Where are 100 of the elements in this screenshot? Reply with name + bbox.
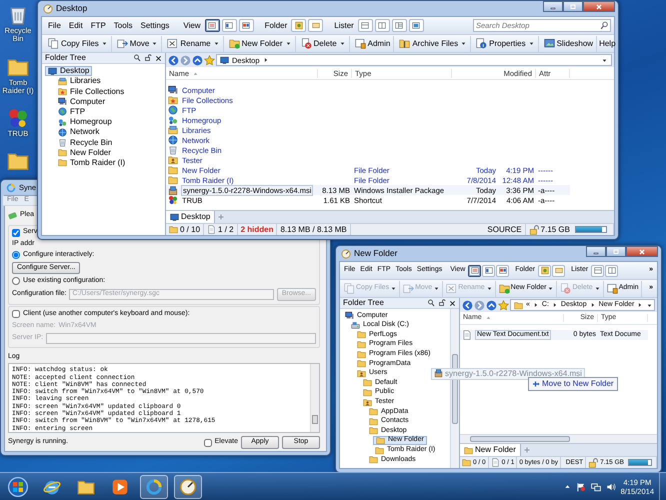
toolbar-label: Lister <box>333 20 355 30</box>
mode-radio[interactable] <box>12 277 20 286</box>
view-mode-button[interactable] <box>496 264 510 276</box>
window-title: New Folder <box>354 248 398 259</box>
minimize-button[interactable] <box>543 1 563 12</box>
view-mode-button[interactable] <box>204 19 220 32</box>
close-button[interactable] <box>583 1 615 12</box>
folder-icon <box>514 300 523 310</box>
drive-icon <box>351 320 360 330</box>
toolbar-button[interactable]: New Folder <box>226 36 296 52</box>
mode-radio[interactable] <box>12 251 20 260</box>
tree-item[interactable]: Desktop <box>45 66 92 76</box>
elevate-checkbox[interactable] <box>204 438 212 447</box>
view-mode-button[interactable] <box>605 264 618 276</box>
view-mode-button[interactable] <box>408 19 424 32</box>
play-icon <box>111 478 129 496</box>
scrollbar[interactable] <box>460 434 657 443</box>
tree-item[interactable]: Homegroup <box>56 116 114 128</box>
toolbar-button[interactable]: Move <box>114 36 162 52</box>
back-icon[interactable] <box>168 54 179 66</box>
menu-item[interactable]: Edit <box>66 20 86 30</box>
close-button[interactable] <box>626 246 658 257</box>
status-text: 0 / 10 <box>180 224 200 234</box>
view-mode-button[interactable] <box>238 19 254 32</box>
tab[interactable]: New Folder <box>460 444 521 456</box>
view-mode-button[interactable] <box>392 19 407 32</box>
windows-logo-icon <box>8 476 28 496</box>
toolbar-button[interactable]: Slideshow <box>540 36 598 52</box>
server-checkbox[interactable] <box>12 228 20 237</box>
tree-item[interactable]: Tomb Raider (I) <box>56 158 128 168</box>
view-mode-icon <box>207 21 218 30</box>
toolbar-button[interactable]: Delete <box>298 36 350 52</box>
homegroup-icon <box>58 118 67 127</box>
view-mode-icon <box>394 21 404 30</box>
tree-item[interactable]: FTP <box>56 106 88 117</box>
close-icon[interactable] <box>155 54 162 62</box>
maximize-button[interactable] <box>563 1 583 12</box>
tree-item[interactable]: Network <box>56 127 102 138</box>
close-icon[interactable] <box>449 300 456 306</box>
client-checkbox[interactable] <box>12 310 20 318</box>
view-mode-button[interactable] <box>591 264 604 276</box>
library-icon <box>58 76 67 86</box>
computer-icon <box>58 97 67 106</box>
view-mode-button[interactable] <box>358 19 373 32</box>
up-icon[interactable] <box>192 54 203 66</box>
installer-icon <box>168 186 178 196</box>
close-icon <box>637 248 647 256</box>
view-mode-button[interactable] <box>222 19 237 32</box>
chevron-icon <box>532 302 539 308</box>
menu-item[interactable]: File <box>45 20 64 30</box>
maximize-button[interactable] <box>606 246 626 257</box>
pin-icon <box>438 299 446 307</box>
back-icon[interactable] <box>462 300 473 310</box>
chevron-up-icon[interactable] <box>564 483 571 490</box>
computer-icon <box>168 85 178 95</box>
dropdown-icon[interactable] <box>601 56 608 64</box>
dropdown-icon[interactable] <box>646 302 654 308</box>
toolbar-button[interactable]: Copy Files <box>45 36 112 52</box>
view-mode-button[interactable] <box>374 19 390 32</box>
toolbar-button[interactable]: Archive Files <box>396 36 472 52</box>
close-icon <box>594 2 604 10</box>
menu-item[interactable]: FTP <box>88 20 109 30</box>
help-link[interactable]: Help <box>599 38 616 48</box>
view-mode-button[interactable] <box>468 264 482 276</box>
rename-icon <box>167 38 178 49</box>
flag-icon[interactable] <box>576 482 586 492</box>
status-text: 1 / 2 <box>218 224 234 234</box>
view-mode-button[interactable] <box>482 264 496 276</box>
document-icon <box>207 225 216 234</box>
toolbar-button[interactable]: Properties <box>473 36 539 52</box>
status-text: SOURCE <box>487 224 522 234</box>
toolbar-button[interactable]: Admin <box>352 36 394 52</box>
view-mode-icon <box>540 266 550 275</box>
menu-item[interactable]: Settings <box>137 20 172 30</box>
up-icon[interactable] <box>486 300 497 310</box>
computer-icon <box>345 311 354 320</box>
bin-icon <box>58 138 67 147</box>
document-icon <box>490 458 500 467</box>
volume-icon[interactable] <box>606 482 616 492</box>
tree-item[interactable]: Libraries <box>56 76 103 86</box>
move-icon <box>403 283 414 294</box>
network-icon[interactable] <box>590 482 601 492</box>
slideshow-icon <box>544 38 555 49</box>
sort-icon <box>484 314 492 322</box>
taskbar-button[interactable] <box>174 474 202 498</box>
installer-icon <box>434 369 443 378</box>
info-icon <box>476 38 488 49</box>
tree-item[interactable]: Computer <box>56 96 108 107</box>
network-icon <box>58 128 67 137</box>
tree-item[interactable]: File Collections <box>56 86 126 97</box>
minimize-button[interactable] <box>586 246 606 257</box>
tree-item[interactable]: New Folder <box>56 148 113 158</box>
menu-item[interactable]: Tools <box>110 20 136 30</box>
monitor-icon <box>220 56 229 64</box>
star-icon[interactable] <box>204 54 215 66</box>
tab[interactable]: Desktop <box>166 211 216 223</box>
tree-item[interactable]: Recycle Bin <box>56 137 114 148</box>
toolbar-button[interactable]: Rename <box>164 36 224 52</box>
scrollbar[interactable] <box>310 364 319 432</box>
star-icon[interactable] <box>498 300 509 310</box>
